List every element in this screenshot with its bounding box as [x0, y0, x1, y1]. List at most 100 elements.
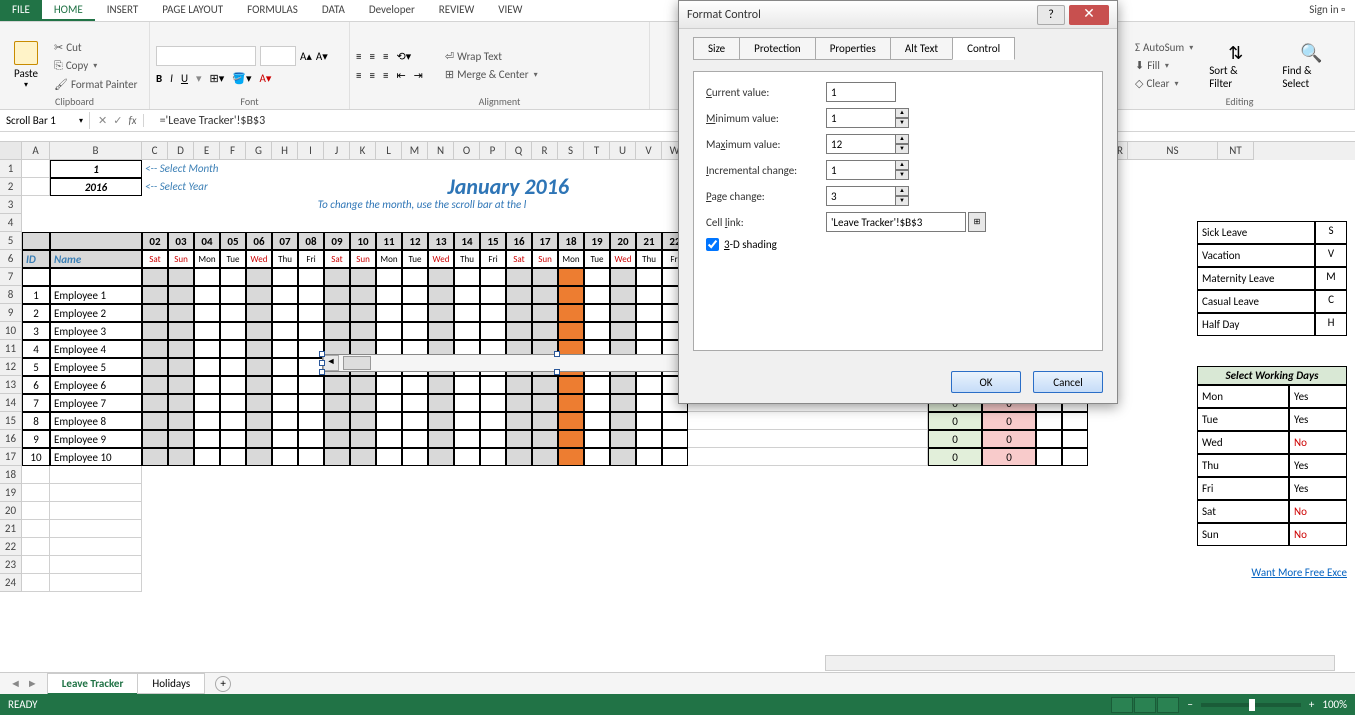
col-header-N[interactable]: N: [428, 142, 454, 160]
underline-button[interactable]: U: [181, 72, 188, 85]
zoom-slider[interactable]: [1201, 703, 1301, 707]
more-templates-link[interactable]: Want More Free Exce: [1251, 566, 1347, 579]
sort-filter-button[interactable]: ⇅ Sort & Filter: [1201, 38, 1270, 94]
col-header-V[interactable]: V: [636, 142, 662, 160]
font-size-select[interactable]: [260, 46, 296, 66]
col-header-C[interactable]: C: [142, 142, 168, 160]
dialog-tab-control[interactable]: Control: [952, 37, 1015, 60]
ok-button[interactable]: OK: [951, 371, 1021, 393]
col-header-I[interactable]: I: [298, 142, 324, 160]
add-sheet-button[interactable]: +: [215, 676, 231, 692]
col-header-E[interactable]: E: [194, 142, 220, 160]
align-middle-icon[interactable]: ≡: [369, 50, 374, 63]
inc-spin-down[interactable]: ▼: [895, 170, 909, 180]
col-header-H[interactable]: H: [272, 142, 298, 160]
max-spin-down[interactable]: ▼: [895, 144, 909, 154]
align-bottom-icon[interactable]: ≡: [383, 50, 388, 63]
dialog-tab-size[interactable]: Size: [693, 37, 740, 60]
row-header-2[interactable]: 2: [0, 178, 22, 196]
wrap-text-button[interactable]: ⏎ Wrap Text: [441, 48, 542, 65]
dialog-tab-properties[interactable]: Properties: [815, 37, 891, 60]
row-header-13[interactable]: 13: [0, 376, 22, 394]
indent-dec-icon[interactable]: ⇤: [396, 69, 405, 82]
col-header-J[interactable]: J: [324, 142, 350, 160]
sheet-tab-leave-tracker[interactable]: Leave Tracker: [47, 673, 139, 695]
dialog-tab-protection[interactable]: Protection: [739, 37, 816, 60]
copy-button[interactable]: ⎘ Copy: [50, 57, 141, 75]
cell-link-input[interactable]: [826, 212, 966, 232]
min-value-input[interactable]: [826, 108, 896, 128]
page-value-input[interactable]: [826, 186, 896, 206]
font-color-button[interactable]: A▾: [260, 72, 272, 85]
col-header-R[interactable]: R: [532, 142, 558, 160]
tab-review[interactable]: REVIEW: [427, 0, 487, 21]
align-top-icon[interactable]: ≡: [356, 50, 361, 63]
scroll-thumb[interactable]: [343, 356, 371, 370]
row-header-20[interactable]: 20: [0, 502, 22, 520]
col-header-P[interactable]: P: [480, 142, 506, 160]
col-header-K[interactable]: K: [350, 142, 376, 160]
row-header-24[interactable]: 24: [0, 574, 22, 592]
pg-spin-down[interactable]: ▼: [895, 196, 909, 206]
col-header-S[interactable]: S: [558, 142, 584, 160]
dialog-tab-alttext[interactable]: Alt Text: [890, 37, 953, 60]
normal-view-button[interactable]: [1111, 697, 1133, 713]
zoom-in-button[interactable]: +: [1309, 698, 1314, 711]
row-header-21[interactable]: 21: [0, 520, 22, 538]
row-header-16[interactable]: 16: [0, 430, 22, 448]
max-spin-up[interactable]: ▲: [895, 134, 909, 144]
col-header-T[interactable]: T: [584, 142, 610, 160]
name-box[interactable]: Scroll Bar 1▾: [0, 112, 90, 129]
enter-icon[interactable]: ✓: [113, 114, 122, 127]
indent-inc-icon[interactable]: ⇥: [414, 69, 423, 82]
tab-data[interactable]: DATA: [310, 0, 357, 21]
3d-shading-checkbox[interactable]: [706, 238, 719, 251]
col-header-U[interactable]: U: [610, 142, 636, 160]
tab-file[interactable]: FILE: [0, 0, 42, 21]
col-header-M[interactable]: M: [402, 142, 428, 160]
inc-spin-up[interactable]: ▲: [895, 160, 909, 170]
font-family-select[interactable]: [156, 46, 256, 66]
col-header-O[interactable]: O: [454, 142, 480, 160]
row-header-18[interactable]: 18: [0, 466, 22, 484]
signin-link[interactable]: Sign in ▫: [1299, 0, 1355, 21]
pagelayout-view-button[interactable]: [1134, 697, 1156, 713]
align-center-icon[interactable]: ≡: [369, 69, 374, 82]
row-header-22[interactable]: 22: [0, 538, 22, 556]
col-header-D[interactable]: D: [168, 142, 194, 160]
cut-button[interactable]: ✂ Cut: [50, 39, 141, 56]
tab-home[interactable]: HOME: [42, 0, 95, 21]
min-spin-up[interactable]: ▲: [895, 108, 909, 118]
row-header-3[interactable]: 3: [0, 196, 22, 214]
row-header-5[interactable]: 5: [0, 232, 22, 250]
horizontal-scrollbar[interactable]: [825, 655, 1335, 671]
border-button[interactable]: ⊞▾: [210, 72, 225, 85]
row-header-23[interactable]: 23: [0, 556, 22, 574]
row-header-4[interactable]: 4: [0, 214, 22, 232]
pagebreak-view-button[interactable]: [1157, 697, 1179, 713]
find-select-button[interactable]: 🔍 Find & Select: [1274, 38, 1348, 94]
row-header-9[interactable]: 9: [0, 304, 22, 322]
paste-button[interactable]: Paste▾: [6, 37, 46, 94]
tab-formulas[interactable]: FORMULAS: [235, 0, 310, 21]
sheet-tab-holidays[interactable]: Holidays: [137, 673, 205, 694]
clear-button[interactable]: ◇ Clear: [1131, 75, 1197, 92]
row-header-11[interactable]: 11: [0, 340, 22, 358]
cell-ref-button[interactable]: ⊞: [968, 212, 986, 232]
merge-button[interactable]: ⊞ Merge & Center: [441, 66, 542, 83]
tab-insert[interactable]: INSERT: [95, 0, 151, 21]
row-header-17[interactable]: 17: [0, 448, 22, 466]
row-header-6[interactable]: 6: [0, 250, 22, 268]
align-right-icon[interactable]: ≡: [383, 69, 388, 82]
row-header-10[interactable]: 10: [0, 322, 22, 340]
row-header-7[interactable]: 7: [0, 268, 22, 286]
cancel-button[interactable]: Cancel: [1033, 371, 1103, 393]
row-header-15[interactable]: 15: [0, 412, 22, 430]
zoom-out-button[interactable]: −: [1187, 698, 1192, 711]
dialog-close-button[interactable]: ✕: [1069, 5, 1109, 25]
row-header-12[interactable]: 12: [0, 358, 22, 376]
scroll-left-button[interactable]: ◄: [323, 355, 339, 371]
col-header-F[interactable]: F: [220, 142, 246, 160]
autosum-button[interactable]: Σ AutoSum: [1131, 39, 1197, 56]
current-value-input[interactable]: [826, 82, 896, 102]
